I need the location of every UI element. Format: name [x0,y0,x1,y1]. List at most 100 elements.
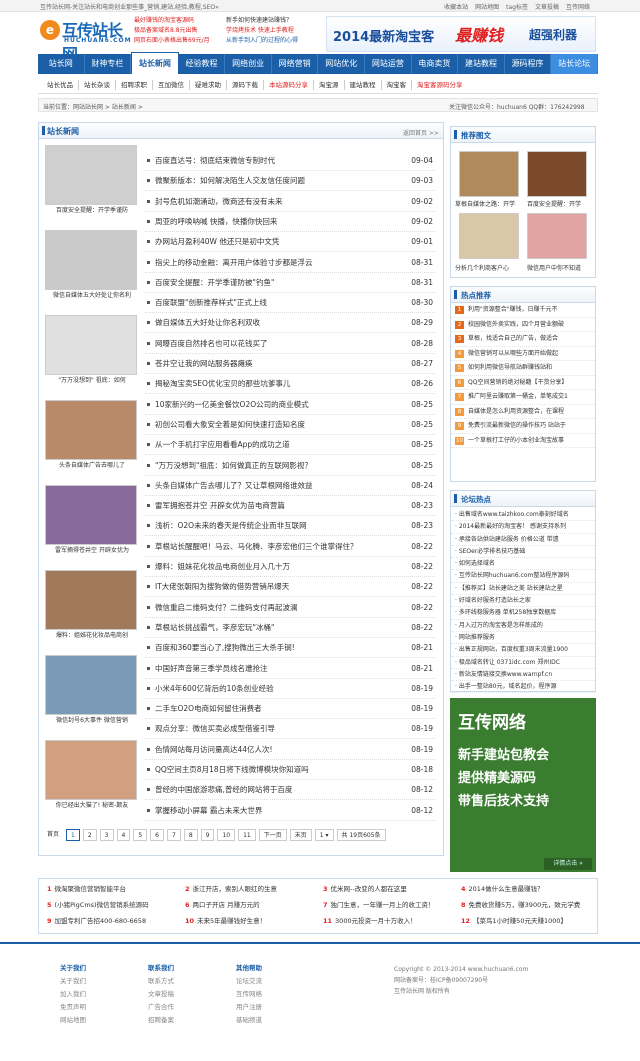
nav-item-build[interactable]: 建站教程 [458,54,505,74]
news-title[interactable]: 色情网站每月访问量高达44亿人次! [155,740,273,760]
pager-page[interactable]: 10 [217,829,236,841]
icp-number[interactable]: 网站备案号：桂ICP备09007290号 [394,975,528,986]
news-thumbnail[interactable]: 爆料：姐姊花化妆品电商创 [45,570,137,639]
hot-item-title[interactable]: 微信营销可以从哪些方面开始做起 [468,350,558,357]
header-link[interactable]: 最好赚钱的淘宝客源码 [134,16,210,26]
sitemap-link[interactable]: 网站地图 [475,2,499,11]
text-ad-title[interactable]: 加盟专利广告招400-680-6658 [55,917,147,925]
subnav-item[interactable]: 本站源码分享 [264,80,314,90]
hot-item[interactable]: 6 QQ空间营销的绝对秘籍【干货分享】 [451,376,595,390]
header-banner[interactable]: 2014最新淘宝客 最赚钱 超强利器 [326,16,596,52]
news-row[interactable]: "万万没想到"祖底：如何做真正的互联网影视？ 08-25 [145,456,435,476]
footer-link[interactable]: 用户注册 [236,1001,262,1014]
forum-item-title[interactable]: 多环线稳服务器 单机258独享数据库 [459,609,556,616]
text-ad-title[interactable]: 3000元投资一月十万收入！ [335,917,417,925]
forum-item[interactable]: · 新站友情链接交换www.warnpf.cn [451,669,595,682]
tag-link[interactable]: tag标签 [506,2,528,11]
news-title[interactable]: 网曝百度自然排名也可以花钱买了 [155,334,268,354]
subnav-item[interactable]: 站长杂谈 [79,80,116,90]
forum-item[interactable]: · 出手一整站80元，域名起价，程序源 [451,681,595,694]
news-title[interactable]: 掌握移动小屏幕 霸占未来大世界 [155,801,262,821]
forum-item-title[interactable]: 新站友情链接交换www.warnpf.cn [459,671,552,678]
hot-item[interactable]: 3 草根，找适合自己的广告，做适合 [451,332,595,347]
hot-item-title[interactable]: 如何利用微信导航站群赚钱站和 [468,364,552,371]
news-row[interactable]: IT大佬张朝阳为搜狗做的借势营销吊爆天 08-22 [145,577,435,598]
news-row[interactable]: 浅析：O2O未来的春天是传统企业而非互联网 08-23 [145,516,435,537]
subnav-item[interactable]: 淘宝客 [382,80,412,90]
news-thumbnail[interactable]: "万万没想到" 祖底：如何 [45,315,137,384]
hot-item-title[interactable]: 推广阿里云赚取第一桶金，单笔成交1 [468,393,568,400]
text-ad-item[interactable]: 11 3000元投资一月十万收入！ [323,915,417,928]
submit-article-link[interactable]: 文章投稿 [535,2,559,11]
news-thumbnail-caption[interactable]: 百度安全提醒：开学季谨防 [46,205,138,214]
hot-item-title[interactable]: 草根，找适合自己的广告，做适合 [468,335,558,342]
news-row[interactable]: 指尖上的移动金融：离开用户体验寸步都是浮云 08-31 [145,253,435,273]
hot-item-title[interactable]: 自媒体是怎么利用资源整合，在课程 [468,408,564,415]
news-row[interactable]: 草根站长醒醒吧！马云、马化腾、李彦宏他们三个谁掌得住？ 08-22 [145,537,435,557]
forum-item[interactable]: · 出售正规网站，百度权重3周末流量1900 [451,644,595,657]
news-title[interactable]: 从一个手机打字应用看看App的成功之道 [155,435,290,455]
news-title[interactable]: 办网站月盈利40W 他还只是初中文凭 [155,232,279,252]
recommend-caption[interactable]: 草根自媒体之路：开学 [455,199,515,208]
pager-page[interactable]: 6 [150,829,164,841]
news-row[interactable]: 微信重启二维码支付？二维码支付再起波澜 08-22 [145,598,435,618]
ad-details-button[interactable]: 详情点击 » [544,858,592,870]
subnav-item[interactable]: 淘宝客源码分享 [412,80,468,90]
footer-link[interactable]: 免责声明 [60,1001,86,1014]
news-row[interactable]: 微聚新版本：如何解决陌生人交友信任度问题 09-03 [145,171,435,192]
news-title[interactable]: IT大佬张朝阳为搜狗做的借势营销吊爆天 [155,577,289,597]
subnav-item[interactable]: 淘宝源 [314,80,345,90]
news-title[interactable]: 揭秘淘宝卖SEO优化宝贝的那些坑爹事儿 [155,374,290,394]
forum-item[interactable]: · 极品域名转让 0371idc.com 郑州IDC [451,657,595,669]
pager-page[interactable]: 3 [99,829,114,841]
forum-item-title[interactable]: 月入过万的淘宝客是怎样炼成的 [459,622,543,629]
text-ad-item[interactable]: 12 【菜鸟1小时赚50元天赚1000】 [461,915,567,928]
subnav-item[interactable]: 站长优品 [42,80,79,90]
nav-item-home[interactable]: 站长网 [38,54,85,74]
bookmark-link[interactable]: 收藏本站 [444,2,468,11]
page-select[interactable]: 1 ▾ [314,829,334,841]
news-row[interactable]: 曾经的中国旅游悲痛,曾经的网站将于百度 08-12 [145,780,435,801]
forum-item[interactable]: · 出售域名www.taizhkoo.com泰刻好域名 [451,509,595,522]
news-row[interactable]: 从一个手机打字应用看看App的成功之道 08-25 [145,435,435,456]
footer-link[interactable]: 招聘备案 [148,1014,174,1027]
text-ad-title[interactable]: 优米网--改变的人都在这里 [331,885,407,893]
news-row[interactable]: 10家新兴的一亿美金餐饮O2O公司的商业模式 08-25 [145,395,435,415]
news-title[interactable]: 草根站长挑战霸气，李彦宏玩"冰桶" [155,618,274,638]
news-row[interactable]: 二手车O2O电商如何留住消费者 08-19 [145,699,435,720]
news-row[interactable]: 苍井空让我的网站服务器瘫痪 08-27 [145,354,435,374]
pager-next[interactable]: 下一页 [258,829,287,841]
header-link[interactable]: 网页右面小表格出售69元/月 [134,36,210,46]
text-ad-title[interactable]: 浙江开店，索别人眼红的生意 [193,885,278,893]
text-ad-item[interactable]: 1 微淘聚微信营销智能平台 [47,883,126,896]
nav-item-forum[interactable]: 站长论坛 [551,54,598,74]
news-title[interactable]: 苍井空让我的网站服务器瘫痪 [155,354,253,374]
hot-item[interactable]: 2 校园微信外卖实践，四个月营业额破 [451,318,595,332]
recommend-caption[interactable]: 百度安全提醒：开学 [527,199,581,208]
text-ad-item[interactable]: 7 独门生意，一年赚一月上的收工资！ [323,899,435,912]
text-ad-title[interactable]: 微淘聚微信营销智能平台 [55,885,127,893]
forum-item[interactable]: · 好域名好服务打造站长之家 [451,595,595,608]
news-thumbnail[interactable]: 头条自媒体广告去哪儿了 [45,400,137,469]
header-link[interactable]: 从新手到入门的过程的心得 [226,36,298,46]
nav-item-marketing[interactable]: 网络营销 [272,54,319,74]
pager-last[interactable]: 末页 [289,829,312,841]
news-title[interactable]: QQ空间主页8月18日将下线微博模块你知道吗 [155,760,309,780]
news-thumbnail-caption[interactable]: "万万没想到" 祖底：如何 [46,375,138,384]
news-row[interactable]: QQ空间主页8月18日将下线微博模块你知道吗 08-18 [145,760,435,780]
nav-item-column[interactable]: 财神专栏 [85,54,132,74]
news-title[interactable]: 微聚新版本：如何解决陌生人交友信任度问题 [155,171,305,191]
hot-item[interactable]: 5 如何利用微信导航站群赚钱站和 [451,361,595,376]
news-title[interactable]: "万万没想到"祖底：如何做真正的互联网影视？ [155,456,312,476]
news-title[interactable]: 封号危机如潮涌动，微商还有没有未来 [155,192,283,212]
news-thumbnail[interactable]: 雷军摘得苍井空 开辟女优为 [45,485,137,554]
nav-item-ecommerce[interactable]: 电商卖货 [412,54,459,74]
pager-page[interactable]: 7 [166,829,181,841]
news-title[interactable]: 小米4年600亿背后的10条创业经验 [155,679,274,699]
news-row[interactable]: 百度和360要当心了,搜狗微出三大杀手锏! 08-21 [145,638,435,659]
forum-item[interactable]: · 承接各站供站建站服务 价格公道 带遗 [451,534,595,546]
pager-page[interactable]: 2 [82,829,97,841]
text-ad-item[interactable]: 3 优米网--改变的人都在这里 [323,883,407,896]
subnav-item[interactable]: 源码下载 [227,80,264,90]
news-title[interactable]: 百度安全提醒：开学季谨防被"钓鱼" [155,273,274,293]
